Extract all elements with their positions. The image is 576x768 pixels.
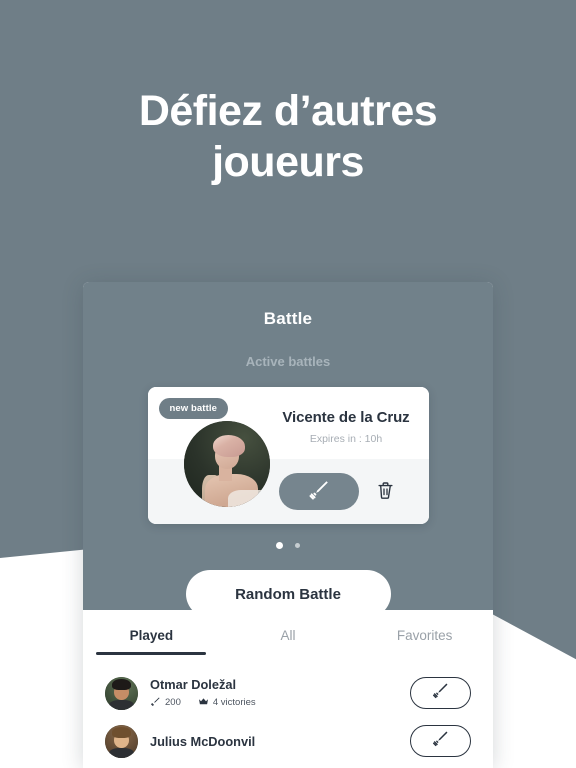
victories-value: 4 victories <box>212 697 256 708</box>
page-title: Battle <box>263 309 313 328</box>
section-label: Active battles <box>245 354 331 369</box>
phone-mockup: Battle Active battles new battle Vicente… <box>83 282 493 768</box>
player-info: Otmar Doležal 200 4 victories <box>150 677 410 710</box>
tab-favorites[interactable]: Favorites <box>356 628 493 655</box>
carousel-dot-active[interactable] <box>276 542 283 549</box>
battle-panel: Battle Active battles new battle Vicente… <box>83 282 493 618</box>
fight-button[interactable] <box>278 473 359 510</box>
opponent-name: Vicente de la Cruz <box>282 409 410 426</box>
score-stat: 200 <box>150 696 181 710</box>
promo-headline-line-2: joueurs <box>212 137 364 186</box>
score-value: 200 <box>165 697 181 708</box>
tab-played[interactable]: Played <box>83 628 220 655</box>
sword-icon <box>150 696 161 710</box>
sword-icon <box>431 681 450 705</box>
list-item[interactable]: Julius McDoonvil <box>83 717 493 765</box>
crown-icon <box>198 697 209 709</box>
expiry-text: Expires in : 10h <box>309 433 383 445</box>
player-info: Julius McDoonvil <box>150 734 410 749</box>
carousel-dot[interactable] <box>295 543 300 548</box>
carousel-dots[interactable] <box>83 542 493 549</box>
tab-bar: Played All Favorites <box>83 610 493 655</box>
player-list: Otmar Doležal 200 4 victories Julius McD… <box>83 655 493 765</box>
players-panel: Played All Favorites Otmar Doležal 200 4… <box>83 610 493 768</box>
victories-stat: 4 victories <box>198 697 256 709</box>
tab-all[interactable]: All <box>220 628 357 655</box>
trash-icon <box>377 481 394 503</box>
player-stats: 200 4 victories <box>150 696 410 710</box>
opponent-avatar <box>183 421 270 507</box>
status-badge: new battle <box>158 398 228 419</box>
promo-headline: Défiez d’autres joueurs <box>0 86 576 187</box>
list-item[interactable]: Otmar Doležal 200 4 victories <box>83 669 493 717</box>
avatar <box>105 676 138 710</box>
challenge-button[interactable] <box>410 725 471 757</box>
promo-headline-line-1: Défiez d’autres <box>138 87 438 135</box>
avatar <box>105 724 138 758</box>
delete-battle-button[interactable] <box>372 477 400 507</box>
sword-icon <box>431 729 450 753</box>
player-name: Julius McDoonvil <box>150 733 256 749</box>
sword-icon <box>307 478 331 505</box>
battle-card[interactable]: new battle Vicente de la Cruz Expires in… <box>147 387 429 524</box>
challenge-button[interactable] <box>410 677 471 709</box>
player-name: Otmar Doležal <box>150 676 237 692</box>
